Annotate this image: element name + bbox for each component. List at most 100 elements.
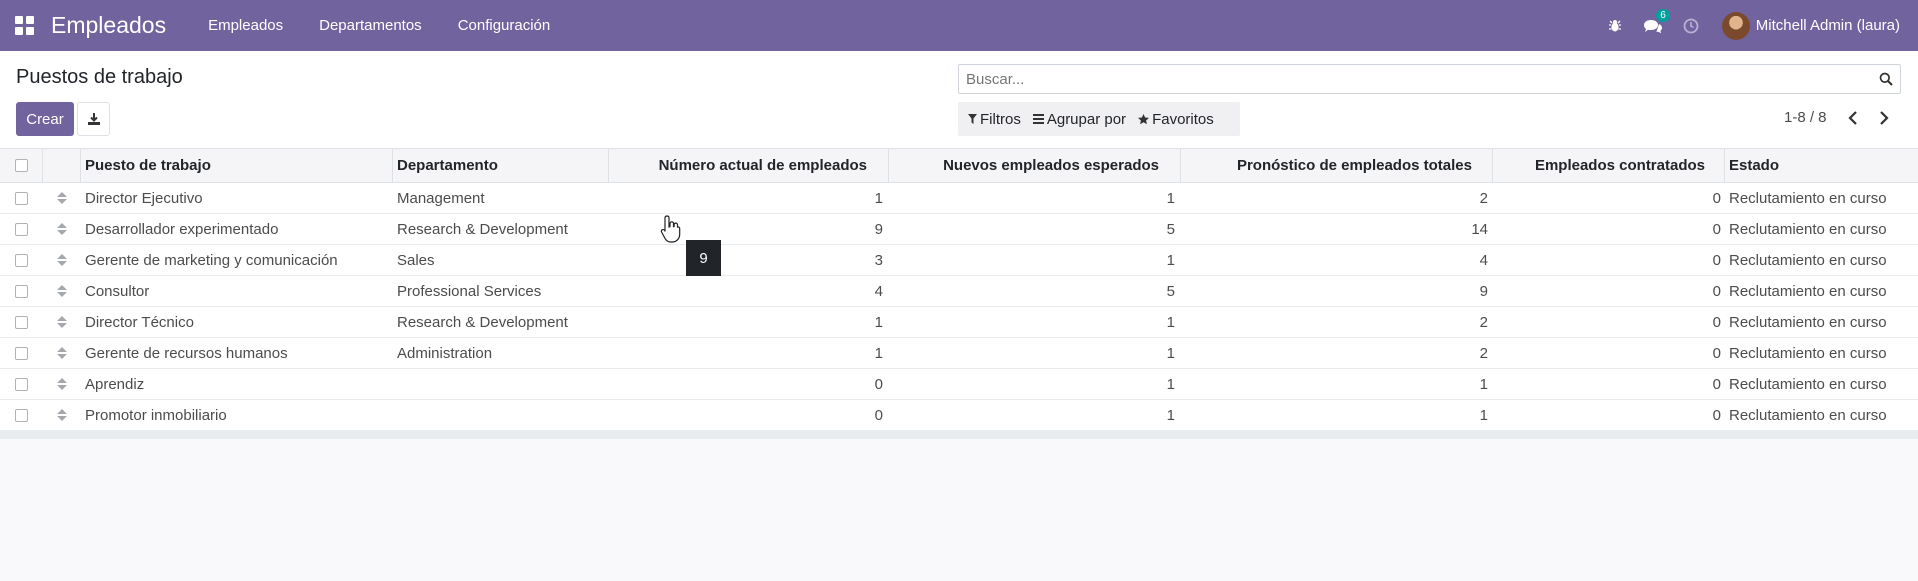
row-handle-cell [43,245,81,275]
cell-state: Reclutamiento en curso [1729,313,1887,331]
cell-forecast-employees: 4 [1479,251,1488,269]
debug-bug-icon[interactable] [1600,19,1630,33]
row-checkbox[interactable] [15,408,28,422]
header-job-position[interactable]: Puesto de trabajo [81,149,393,182]
cell-current-employees: 4 [874,282,883,300]
cell-expected-employees: 1 [1166,189,1175,207]
cell-forecast-employees: 2 [1479,344,1488,362]
cell-department: Management [397,189,485,207]
create-button[interactable]: Crear [16,102,74,136]
drag-handle-icon[interactable] [57,192,67,204]
drag-handle-icon[interactable] [57,409,67,421]
select-all-cell [0,149,43,182]
row-checkbox[interactable] [15,346,28,360]
search-options-group: Filtros Agrupar por Favoritos [958,102,1240,136]
row-checkbox[interactable] [15,253,28,267]
row-select-cell [0,400,43,430]
select-all-checkbox[interactable] [14,159,28,172]
activity-clock-icon[interactable] [1676,18,1706,34]
drag-handle-icon[interactable] [57,347,67,359]
cell-expected-employees: 1 [1166,344,1175,362]
value-tooltip: 9 [686,240,721,276]
drag-handle-icon[interactable] [57,316,67,328]
pager-previous-button[interactable] [1843,108,1863,128]
row-select-cell [0,369,43,399]
cell-current-employees: 1 [874,344,883,362]
row-checkbox[interactable] [15,315,28,329]
row-checkbox[interactable] [15,191,28,205]
row-checkbox[interactable] [15,222,28,236]
cell-expected-employees: 5 [1166,282,1175,300]
table-footer [0,431,1918,439]
header-current-employees[interactable]: Número actual de empleados [609,149,889,182]
table-row[interactable]: Director Técnico Research & Development 1 1… [0,307,1918,338]
cell-job-position: Consultor [85,282,150,300]
table-row[interactable]: Desarrollador experimentado Research & De… [0,214,1918,245]
cell-department: Sales [397,251,435,269]
cell-department: Research & Development [397,220,568,238]
user-avatar[interactable] [1721,11,1750,40]
filters-button[interactable]: Filtros [968,111,1021,128]
messages-icon[interactable]: 6 [1638,8,1670,34]
download-icon [87,113,100,125]
pager-next-button[interactable] [1874,108,1894,128]
apps-menu-icon[interactable] [15,15,35,36]
search-icon[interactable] [1872,72,1900,86]
drag-handle-icon[interactable] [57,378,67,390]
menu-empleados[interactable]: Empleados [208,17,283,34]
app-name[interactable]: Empleados [51,12,166,39]
drag-handle-icon[interactable] [57,223,67,235]
cell-state: Reclutamiento en curso [1729,220,1887,238]
header-expected-employees[interactable]: Nuevos empleados esperados [889,149,1181,182]
menu-departamentos[interactable]: Departamentos [319,17,422,34]
header-hired-employees[interactable]: Empleados contratados [1493,149,1725,182]
table-row[interactable]: Gerente de recursos humanos Administratio… [0,338,1918,369]
table-body: Director Ejecutivo Management 1 1 2 0 Reclutam… [0,183,1918,431]
search-box[interactable] [958,64,1901,94]
drag-handle-icon[interactable] [57,254,67,266]
chevron-left-icon [1848,111,1857,125]
cell-current-employees: 0 [874,406,883,424]
row-checkbox[interactable] [15,377,28,391]
download-button[interactable] [77,102,110,136]
table-row[interactable]: Promotor inmobiliario 0 1 1 0 Reclutamiento e… [0,400,1918,431]
table-row[interactable]: Director Ejecutivo Management 1 1 2 0 Reclutam… [0,183,1918,214]
cell-current-employees: 1 [874,189,883,207]
table-header-row: Puesto de trabajo Departamento Número ac… [0,148,1918,183]
cell-hired-employees: 0 [1712,344,1721,362]
cell-hired-employees: 0 [1712,251,1721,269]
cell-department: Professional Services [397,282,542,300]
cell-department: Research & Development [397,313,568,331]
cell-current-employees: 0 [874,375,883,393]
filter-icon [968,114,977,124]
user-name[interactable]: Mitchell Admin (laura) [1756,17,1900,34]
cell-hired-employees: 0 [1712,313,1721,331]
menu-configuracion[interactable]: Configuración [458,17,551,34]
cell-job-position: Aprendiz [85,375,145,393]
cell-hired-employees: 0 [1712,282,1721,300]
star-icon [1138,113,1150,124]
header-forecast-employees[interactable]: Pronóstico de empleados totales [1181,149,1493,182]
table-row[interactable]: Consultor Professional Services 4 5 9 0 Reclut… [0,276,1918,307]
row-select-cell [0,245,43,275]
handle-header [43,149,81,182]
table-row[interactable]: Aprendiz 0 1 1 0 Reclutamiento en curso [0,369,1918,400]
header-department[interactable]: Departamento [393,149,609,182]
cell-hired-employees: 0 [1712,375,1721,393]
cell-department: Administration [397,344,493,362]
pager-value[interactable]: 1-8 / 8 [1784,109,1827,126]
groupby-button[interactable]: Agrupar por [1032,111,1126,128]
hand-cursor-icon [660,215,681,243]
drag-handle-icon[interactable] [57,285,67,297]
row-checkbox[interactable] [15,284,28,298]
favorites-label: Favoritos [1152,110,1214,128]
favorites-button[interactable]: Favoritos [1138,111,1214,128]
cell-department [393,369,609,399]
table-row[interactable]: Gerente de marketing y comunicación Sales… [0,245,1918,276]
header-state[interactable]: Estado [1725,149,1918,182]
page-title: Puestos de trabajo [16,66,183,88]
cell-forecast-employees: 2 [1479,189,1488,207]
cell-state: Reclutamiento en curso [1729,375,1887,393]
cell-forecast-employees: 1 [1479,406,1488,424]
search-input[interactable] [959,66,1872,92]
